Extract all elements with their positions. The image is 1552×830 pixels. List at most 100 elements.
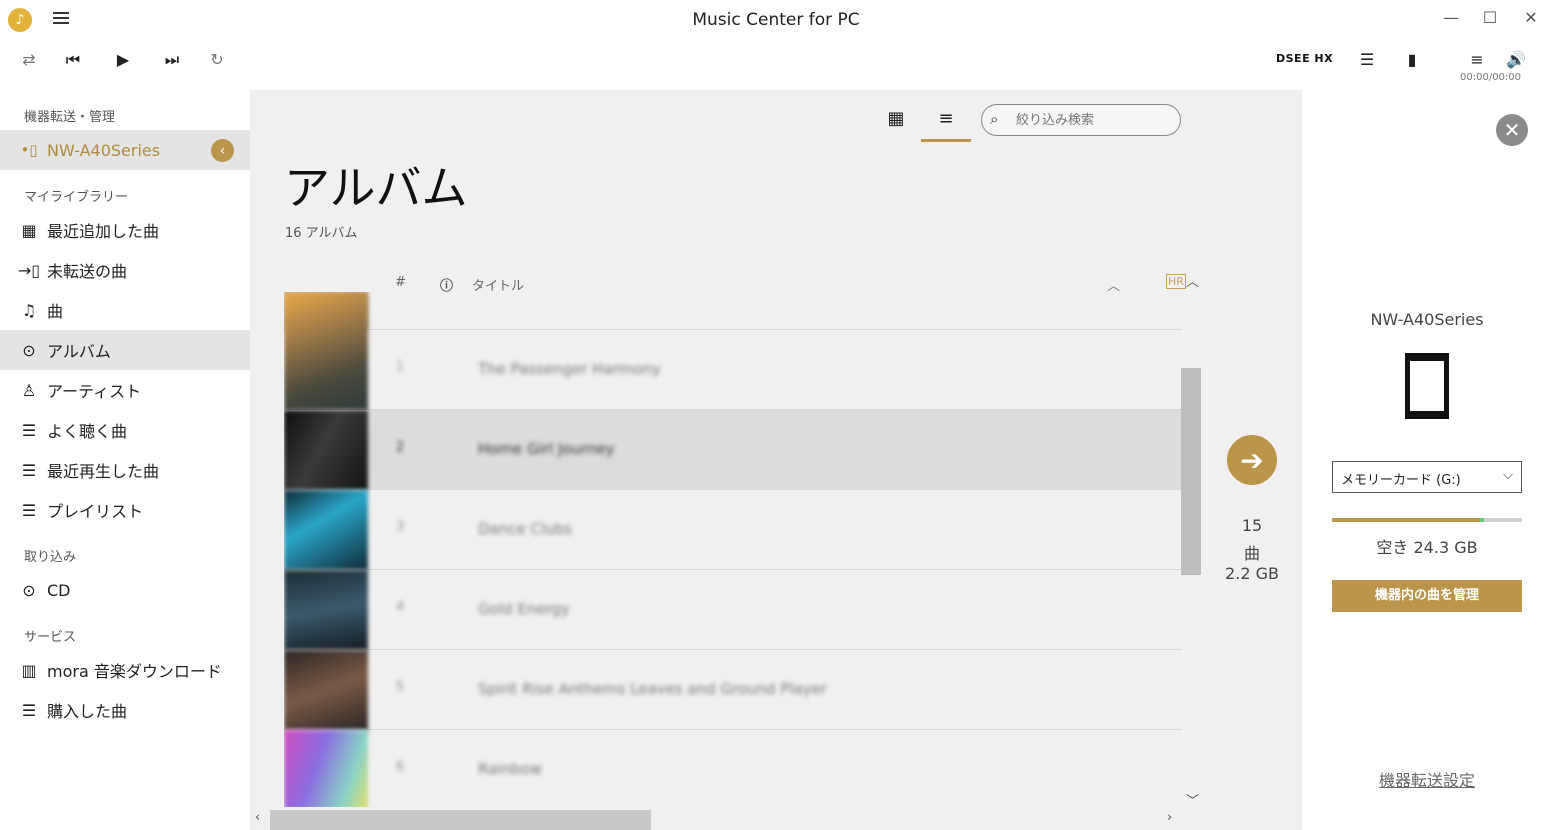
calendar-icon: ▦	[21, 220, 37, 240]
row-title: Gold Energy	[478, 600, 570, 618]
album-row-0[interactable]	[284, 292, 1182, 330]
album-art	[284, 650, 368, 730]
minimize-button[interactable]: —	[1438, 8, 1464, 32]
search-icon: ⌕	[990, 110, 999, 128]
repeat-icon[interactable]: ↻	[204, 48, 230, 72]
nav-songs[interactable]: ♫ 曲	[0, 290, 250, 330]
transfer-arrow-button[interactable]: ➔	[1227, 435, 1277, 485]
transfer-settings-link[interactable]: 機器転送設定	[1332, 767, 1522, 791]
scroll-up-arrow[interactable]: ︿	[1186, 271, 1199, 290]
album-count: 16 アルバム	[285, 226, 358, 241]
album-row[interactable]: 4 Gold Energy	[284, 570, 1182, 650]
storage-dropdown[interactable]: メモリーカード (G:) ⌵	[1332, 461, 1522, 493]
main-content: ▦ ≡ ⌕ アルバム 16 アルバム # ⓘ タイトル ︿ HR ︿ 1 The…	[250, 90, 1302, 830]
person-icon: ♙	[21, 380, 37, 400]
device-panel-name: NW-A40Series	[1370, 310, 1484, 329]
nav-recent-added[interactable]: ▦ 最近追加した曲	[0, 210, 250, 250]
window-title: Music Center for PC	[692, 10, 860, 30]
close-panel-button[interactable]: ✕	[1496, 114, 1528, 146]
row-number: 4	[396, 600, 405, 615]
album-art	[284, 730, 368, 807]
equalizer-icon[interactable]: ☰	[1355, 48, 1379, 72]
scroll-right-arrow[interactable]: ›	[1167, 810, 1172, 825]
shuffle-icon[interactable]: ⇄	[16, 48, 42, 72]
play-icon[interactable]: ▶	[110, 48, 136, 72]
close-window-button[interactable]: ✕	[1518, 8, 1544, 32]
nav-label: 最近追加した曲	[47, 222, 160, 241]
playlist-icon: ☰	[21, 500, 37, 520]
album-row[interactable]: 3 Dance Clubs	[284, 490, 1182, 570]
horizontal-scrollbar[interactable]	[270, 810, 651, 830]
nav-frequent[interactable]: ☰ よく聴く曲	[0, 410, 250, 450]
transfer-size: 2.2 GB	[1225, 564, 1279, 583]
album-row[interactable]: 1 The Passenger Harmony	[284, 292, 1182, 410]
queue-icon[interactable]: ≡	[1465, 48, 1489, 72]
row-number: 2	[396, 440, 405, 455]
column-number[interactable]: #	[395, 275, 406, 290]
device-transfer-icon: •▯	[20, 141, 38, 159]
row-number: 6	[396, 760, 405, 775]
nav-label: 購入した曲	[47, 702, 128, 721]
album-row-selected[interactable]: 2 Home Girl Journey	[284, 410, 1182, 490]
nav-playlists[interactable]: ☰ プレイリスト	[0, 490, 250, 530]
column-hr[interactable]: HR	[1166, 274, 1186, 289]
list-view-icon[interactable]: ≡	[921, 104, 971, 142]
scroll-down-arrow[interactable]: ﹀	[1186, 790, 1199, 809]
section-service: サービス	[24, 630, 77, 645]
disc-icon: ⊙	[22, 340, 36, 360]
device-item[interactable]: •▯ NW-A40Series ‹	[0, 130, 250, 170]
row-title: Dance Clubs	[478, 520, 572, 538]
grid-view-icon[interactable]: ▦	[871, 104, 921, 142]
next-icon[interactable]: ⏭	[159, 48, 185, 72]
manage-device-songs-button[interactable]: 機器内の曲を管理	[1332, 580, 1522, 612]
nav-label: 最近再生した曲	[47, 462, 160, 481]
speaker-icon[interactable]: ▮	[1400, 48, 1424, 72]
device-name: NW-A40Series	[47, 140, 161, 160]
vertical-scrollbar[interactable]	[1181, 368, 1201, 575]
storage-used-fill	[1332, 518, 1481, 522]
storage-usage-bar	[1332, 518, 1522, 522]
sidebar: 機器転送・管理 •▯ NW-A40Series ‹ マイライブラリー ▦ 最近追…	[0, 90, 250, 830]
nav-mora[interactable]: ▥ mora 音楽ダウンロード	[0, 650, 250, 690]
dsee-hx-toggle[interactable]: DSEE HX	[1276, 52, 1333, 65]
previous-icon[interactable]: ⏮	[60, 48, 86, 72]
playlist-icon: ☰	[21, 700, 37, 720]
nav-untransferred[interactable]: →▯ 未転送の曲	[0, 250, 250, 290]
scroll-left-arrow[interactable]: ‹	[255, 810, 260, 825]
untransferred-icon: →▯	[17, 260, 41, 280]
maximize-button[interactable]: ☐	[1477, 8, 1503, 32]
album-row[interactable]: 5 Spirit Rise Anthems Leaves and Ground …	[284, 650, 1182, 730]
search-box[interactable]: ⌕	[981, 104, 1181, 136]
album-row[interactable]: 6 Rainbow	[284, 730, 1182, 807]
collapse-icon[interactable]: ‹	[211, 139, 234, 162]
chevron-down-icon: ⌵	[1503, 468, 1513, 483]
row-title: Spirit Rise Anthems Leaves and Ground Pl…	[478, 680, 827, 698]
nav-purchased[interactable]: ☰ 購入した曲	[0, 690, 250, 730]
nav-cd[interactable]: ⊙ CD	[0, 570, 250, 610]
playlist-icon: ☰	[21, 460, 37, 480]
music-note-icon: ♫	[21, 300, 37, 320]
nav-recently-played[interactable]: ☰ 最近再生した曲	[0, 450, 250, 490]
transfer-count: 15	[1241, 516, 1263, 535]
section-device: 機器転送・管理	[24, 110, 116, 125]
row-title: Home Girl Journey	[478, 440, 615, 458]
album-art	[284, 490, 368, 570]
nav-artists[interactable]: ♙ アーティスト	[0, 370, 250, 410]
storage-transfer-fill	[1480, 518, 1485, 522]
nav-albums[interactable]: ⊙ アルバム	[0, 330, 250, 370]
search-input[interactable]	[1016, 110, 1166, 130]
walkman-device-icon	[1405, 353, 1449, 419]
playlist-icon: ☰	[21, 420, 37, 440]
row-title: Rainbow	[478, 760, 542, 778]
storage-selected: メモリーカード (G:)	[1341, 473, 1461, 488]
volume-icon[interactable]: 🔊	[1504, 48, 1528, 72]
section-library: マイライブラリー	[24, 190, 129, 205]
nav-label: アルバム	[47, 342, 111, 361]
page-title: アルバム	[284, 161, 468, 215]
section-import: 取り込み	[24, 550, 77, 565]
transfer-unit: 曲	[1243, 544, 1260, 563]
row-number: 1	[396, 360, 405, 375]
album-art	[284, 570, 368, 650]
title-bar: ♪ Music Center for PC — ☐ ✕	[0, 0, 1552, 40]
row-number: 3	[396, 520, 405, 535]
